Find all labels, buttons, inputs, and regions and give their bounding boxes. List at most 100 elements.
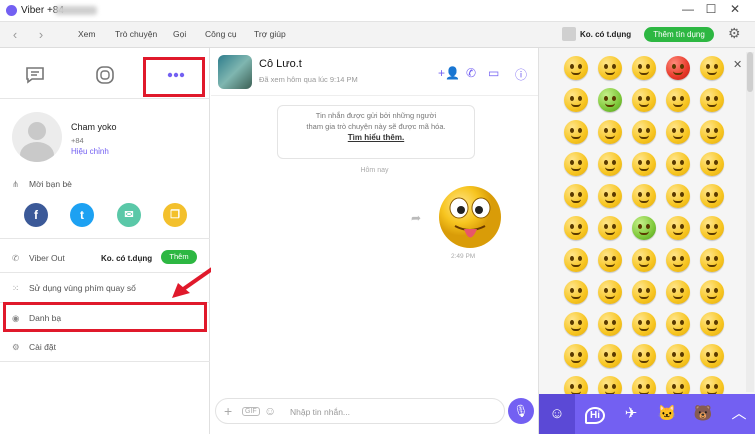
emoji-item[interactable] <box>666 88 690 112</box>
hi-sticker-tab-icon[interactable]: Hi <box>577 394 613 434</box>
gif-icon[interactable]: GIF <box>242 407 260 416</box>
gear-icon[interactable]: ⚙ <box>728 25 741 42</box>
smiley-tab-icon[interactable]: ☺ <box>539 394 575 434</box>
message-input[interactable]: Nhập tin nhắn... <box>290 407 350 417</box>
add-credit-button[interactable]: Thêm tín dụng <box>644 27 714 42</box>
dialpad-row[interactable]: ⁙ Sử dụng vùng phím quay số <box>12 283 136 294</box>
emoji-item[interactable] <box>700 344 724 368</box>
viber-out-add-button[interactable]: Thêm <box>161 250 197 264</box>
viber-out-row[interactable]: ✆ Viber Out <box>12 253 65 264</box>
emoji-item[interactable] <box>700 88 724 112</box>
emoji-item[interactable] <box>598 280 622 304</box>
settings-row[interactable]: ⚙ Cài đặt <box>12 342 56 353</box>
public-accounts-tab[interactable] <box>88 58 122 92</box>
email-icon[interactable]: ✉ <box>117 203 141 227</box>
emoji-item[interactable] <box>564 312 588 336</box>
back-button[interactable]: ‹ <box>6 26 24 44</box>
add-participant-icon[interactable]: +👤 <box>438 66 460 80</box>
emoji-item[interactable] <box>598 344 622 368</box>
emoji-item[interactable] <box>632 56 656 80</box>
emoji-item[interactable] <box>632 280 656 304</box>
emoji-item[interactable] <box>598 120 622 144</box>
emoji-item[interactable] <box>632 88 656 112</box>
cat-sticker-tab-icon[interactable]: 🐱 <box>649 394 685 434</box>
sticker-icon[interactable]: ☺ <box>264 404 276 418</box>
emoji-item[interactable] <box>666 312 690 336</box>
emoji-item[interactable] <box>632 120 656 144</box>
emoji-item[interactable] <box>632 312 656 336</box>
emoji-item[interactable] <box>564 280 588 304</box>
message-composer[interactable]: + GIF ☺ Nhập tin nhắn... <box>215 398 505 424</box>
contact-name[interactable]: Cô Lưo.t <box>259 58 302 70</box>
menu-cong-cu[interactable]: Công cụ <box>205 29 237 39</box>
emoji-item[interactable] <box>632 344 656 368</box>
emoji-item[interactable] <box>666 216 690 240</box>
user-avatar[interactable] <box>562 27 576 41</box>
microphone-icon[interactable]: 🎙 <box>508 398 534 424</box>
emoji-item[interactable] <box>666 152 690 176</box>
title-bar: Viber +84 — ☐ ✕ <box>0 0 755 22</box>
emoji-item[interactable] <box>700 312 724 336</box>
emoji-item[interactable] <box>564 152 588 176</box>
emoji-item[interactable] <box>700 120 724 144</box>
maximize-button[interactable]: ☐ <box>703 2 719 16</box>
close-panel-icon[interactable]: ✕ <box>733 58 742 71</box>
emoji-item[interactable] <box>700 152 724 176</box>
expand-tab-icon[interactable]: ︿ <box>721 394 755 434</box>
emoji-item[interactable] <box>666 344 690 368</box>
menu-tro-giup[interactable]: Trợ giúp <box>254 29 286 39</box>
emoji-item[interactable] <box>666 56 690 80</box>
emoji-item[interactable] <box>666 248 690 272</box>
emoji-item[interactable] <box>598 184 622 208</box>
menu-tro-chuyen[interactable]: Trò chuyện <box>115 29 157 39</box>
emoji-item[interactable] <box>598 88 622 112</box>
emoji-item[interactable] <box>564 88 588 112</box>
emoji-item[interactable] <box>564 344 588 368</box>
emoji-item[interactable] <box>598 152 622 176</box>
twitter-icon[interactable]: t <box>70 203 94 227</box>
video-call-icon[interactable]: ▭ <box>488 66 499 80</box>
emoji-item[interactable] <box>632 216 656 240</box>
emoji-item[interactable] <box>598 248 622 272</box>
profile-avatar[interactable] <box>12 112 62 162</box>
emoji-item[interactable] <box>700 216 724 240</box>
tongue-emoji-sticker[interactable] <box>437 184 503 250</box>
emoji-item[interactable] <box>632 152 656 176</box>
minimize-button[interactable]: — <box>680 2 696 16</box>
emoji-item[interactable] <box>666 184 690 208</box>
emoji-item[interactable] <box>564 56 588 80</box>
contact-avatar[interactable] <box>218 55 252 89</box>
emoji-item[interactable] <box>666 120 690 144</box>
emoji-item[interactable] <box>666 280 690 304</box>
emoji-item[interactable] <box>700 248 724 272</box>
bear-sticker-tab-icon[interactable]: 🐻 <box>685 394 721 434</box>
emoji-item[interactable] <box>598 312 622 336</box>
menu-goi[interactable]: Gọi <box>173 29 186 39</box>
emoji-item[interactable] <box>598 216 622 240</box>
call-icon[interactable]: ✆ <box>466 66 476 80</box>
forward-button[interactable]: › <box>32 26 50 44</box>
emoji-item[interactable] <box>564 248 588 272</box>
forward-icon[interactable]: ➦ <box>411 211 421 225</box>
learn-more-link[interactable]: Tìm hiểu thêm. <box>278 132 474 143</box>
emoji-item[interactable] <box>564 120 588 144</box>
invite-friends-row[interactable]: ⋔ Mời bạn bè <box>12 179 72 190</box>
scrollbar[interactable] <box>746 52 754 392</box>
info-icon[interactable]: ⓘ <box>515 66 527 83</box>
plus-icon[interactable]: + <box>224 403 232 419</box>
emoji-item[interactable] <box>564 216 588 240</box>
emoji-item[interactable] <box>632 184 656 208</box>
close-window-button[interactable]: ✕ <box>727 2 743 16</box>
emoji-item[interactable] <box>564 184 588 208</box>
sticker-pack-tab-icon[interactable]: ✈ <box>613 394 649 434</box>
chats-tab[interactable] <box>18 58 52 92</box>
emoji-item[interactable] <box>700 56 724 80</box>
emoji-item[interactable] <box>700 280 724 304</box>
emoji-item[interactable] <box>632 248 656 272</box>
copy-icon[interactable]: ❐ <box>163 203 187 227</box>
edit-profile-link[interactable]: Hiệu chỉnh <box>71 147 109 156</box>
emoji-item[interactable] <box>700 184 724 208</box>
facebook-icon[interactable]: f <box>24 203 48 227</box>
menu-xem[interactable]: Xem <box>78 29 95 39</box>
emoji-item[interactable] <box>598 56 622 80</box>
